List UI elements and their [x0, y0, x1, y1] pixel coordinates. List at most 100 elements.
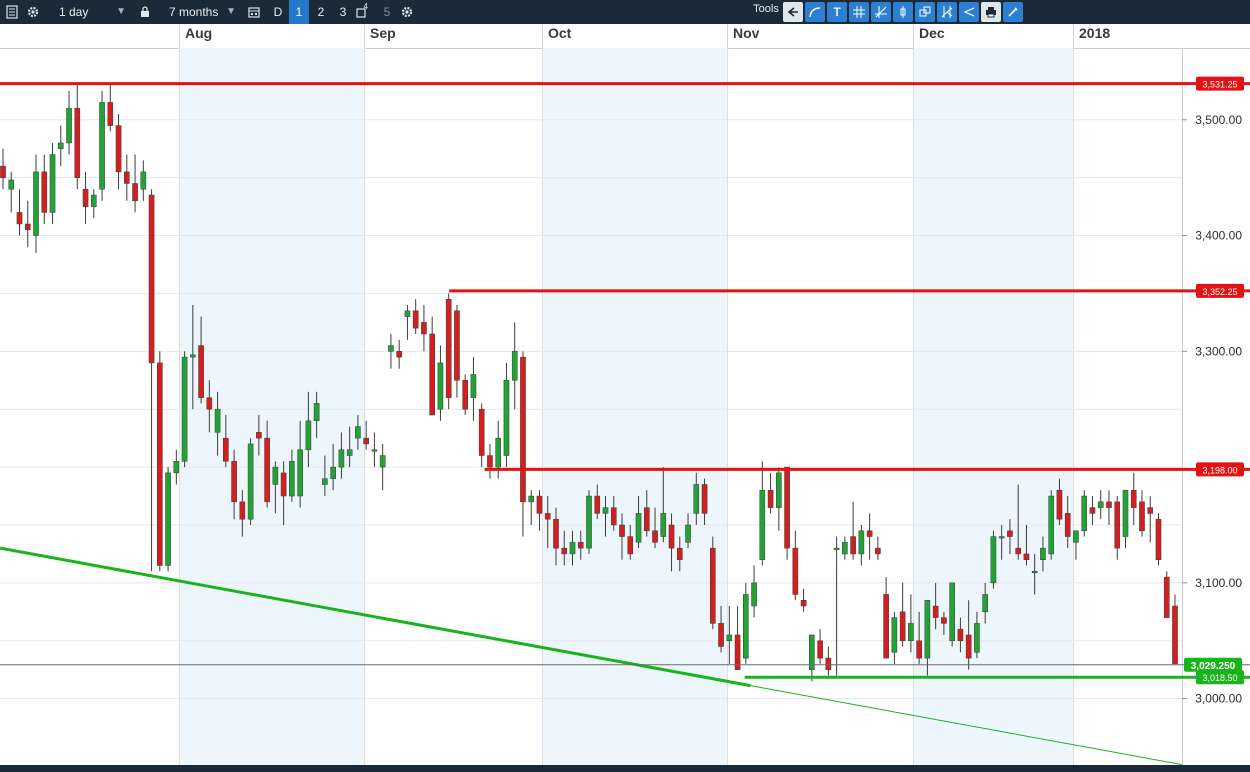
candle — [49, 142, 56, 224]
candle-body — [247, 443, 254, 520]
candle-body — [462, 380, 469, 410]
layout-3-button[interactable]: 3 — [333, 0, 353, 24]
price-chart[interactable]: 3,500.00 3,400.00 3,300.00 3,100.00 3,000.00… — [0, 48, 1250, 765]
chart-toolbar: 1 day ▼ 7 months ▼ D 1 2 3 4 5 Tools T — [0, 0, 1250, 24]
month-tick-label: Dec — [919, 25, 945, 41]
candle-body — [709, 547, 716, 624]
crosshair-icon[interactable] — [849, 2, 869, 22]
candle-body — [1114, 501, 1121, 549]
candle-body — [214, 408, 221, 433]
candle-body — [57, 142, 64, 149]
candle-body — [850, 536, 856, 555]
candle-body — [561, 547, 568, 555]
range-dropdown[interactable]: 7 months ▼ — [165, 0, 240, 24]
candle-body — [363, 437, 369, 445]
marker-tool-icon[interactable] — [893, 2, 913, 22]
candle — [470, 357, 477, 421]
candle-body — [1056, 490, 1063, 520]
layout-5-button[interactable]: 5 — [377, 0, 397, 24]
candle-body — [82, 188, 89, 207]
layout-4-button[interactable]: 4 — [352, 0, 372, 24]
candle-body — [454, 310, 460, 381]
candle-body — [825, 657, 832, 670]
channel-icon[interactable] — [959, 2, 979, 22]
candle — [379, 443, 386, 491]
candle-body — [148, 194, 155, 364]
candle — [1081, 490, 1088, 537]
candle — [792, 530, 799, 601]
candle — [454, 305, 460, 398]
candle — [743, 582, 749, 664]
candle-body — [908, 623, 914, 642]
candle-body — [190, 354, 196, 358]
candle-body — [883, 594, 889, 659]
candle-body — [0, 165, 6, 178]
candle-body — [1007, 530, 1013, 537]
candle-body — [693, 484, 700, 514]
candle-body — [388, 345, 394, 352]
candle — [107, 85, 114, 132]
candle — [462, 374, 469, 415]
candle — [16, 189, 23, 236]
layout-2-button[interactable]: 2 — [311, 0, 331, 24]
candle-body — [1064, 513, 1071, 537]
candle — [891, 611, 898, 664]
lock-icon[interactable] — [138, 0, 152, 24]
fork-icon[interactable] — [937, 2, 957, 22]
calendar-icon[interactable] — [246, 0, 262, 24]
list-icon[interactable] — [4, 0, 20, 24]
month-tick-label: Oct — [548, 25, 572, 41]
trend-tool-icon[interactable] — [871, 2, 891, 22]
candle-body — [643, 507, 650, 532]
candle-body — [528, 495, 535, 503]
candle-body — [157, 362, 163, 566]
print-icon[interactable] — [981, 2, 1001, 22]
candle-body — [957, 628, 964, 642]
candle — [0, 148, 6, 190]
candle — [511, 322, 518, 410]
edit-icon[interactable] — [1003, 2, 1023, 22]
text-tool-icon[interactable]: T — [827, 2, 847, 22]
candle-body — [577, 542, 584, 549]
candle-body — [1163, 576, 1170, 618]
month-tick-mark — [179, 24, 180, 48]
candle-body — [421, 322, 427, 335]
tools-label: Tools — [753, 3, 779, 15]
candle-body — [140, 171, 147, 190]
candle — [123, 154, 130, 201]
candle — [908, 594, 914, 653]
candle-body — [842, 542, 848, 555]
candle-body — [41, 171, 48, 213]
layout-1-button[interactable]: 1 — [289, 0, 309, 24]
candle-body — [322, 478, 328, 485]
price-tick-label: 3,000.00 — [1195, 692, 1242, 706]
layout-d-button[interactable]: D — [268, 0, 288, 24]
draw-curve-icon[interactable] — [805, 2, 825, 22]
candle-body — [1155, 518, 1162, 560]
candle — [57, 125, 64, 167]
candle-body — [916, 640, 922, 659]
time-axis-bar: Aug Sep Oct Nov Dec 2018 — [0, 24, 1250, 49]
price-tick-label: 3,100.00 — [1195, 576, 1242, 590]
candle-body — [198, 345, 204, 398]
candle-body — [181, 356, 188, 462]
candle — [883, 577, 889, 659]
interval-dropdown[interactable]: 1 day ▼ — [55, 0, 130, 24]
settings-icon[interactable] — [398, 0, 416, 24]
candle — [833, 536, 840, 676]
candle-body — [173, 461, 180, 474]
candle-body — [866, 530, 873, 537]
candle-body — [487, 455, 493, 468]
candle-body — [586, 495, 592, 549]
candle-body — [652, 530, 658, 543]
gear-icon[interactable] — [24, 0, 42, 24]
candle-body — [1081, 495, 1088, 532]
tools-back-icon[interactable] — [783, 2, 803, 22]
candle-body — [346, 449, 353, 456]
layers-icon[interactable] — [915, 2, 935, 22]
candle — [866, 513, 873, 560]
layout-4-superscript: 4 — [363, 2, 368, 11]
candle — [247, 438, 254, 525]
candle-body — [132, 183, 138, 202]
level-badge-label: 3,352.25 — [1202, 287, 1237, 297]
